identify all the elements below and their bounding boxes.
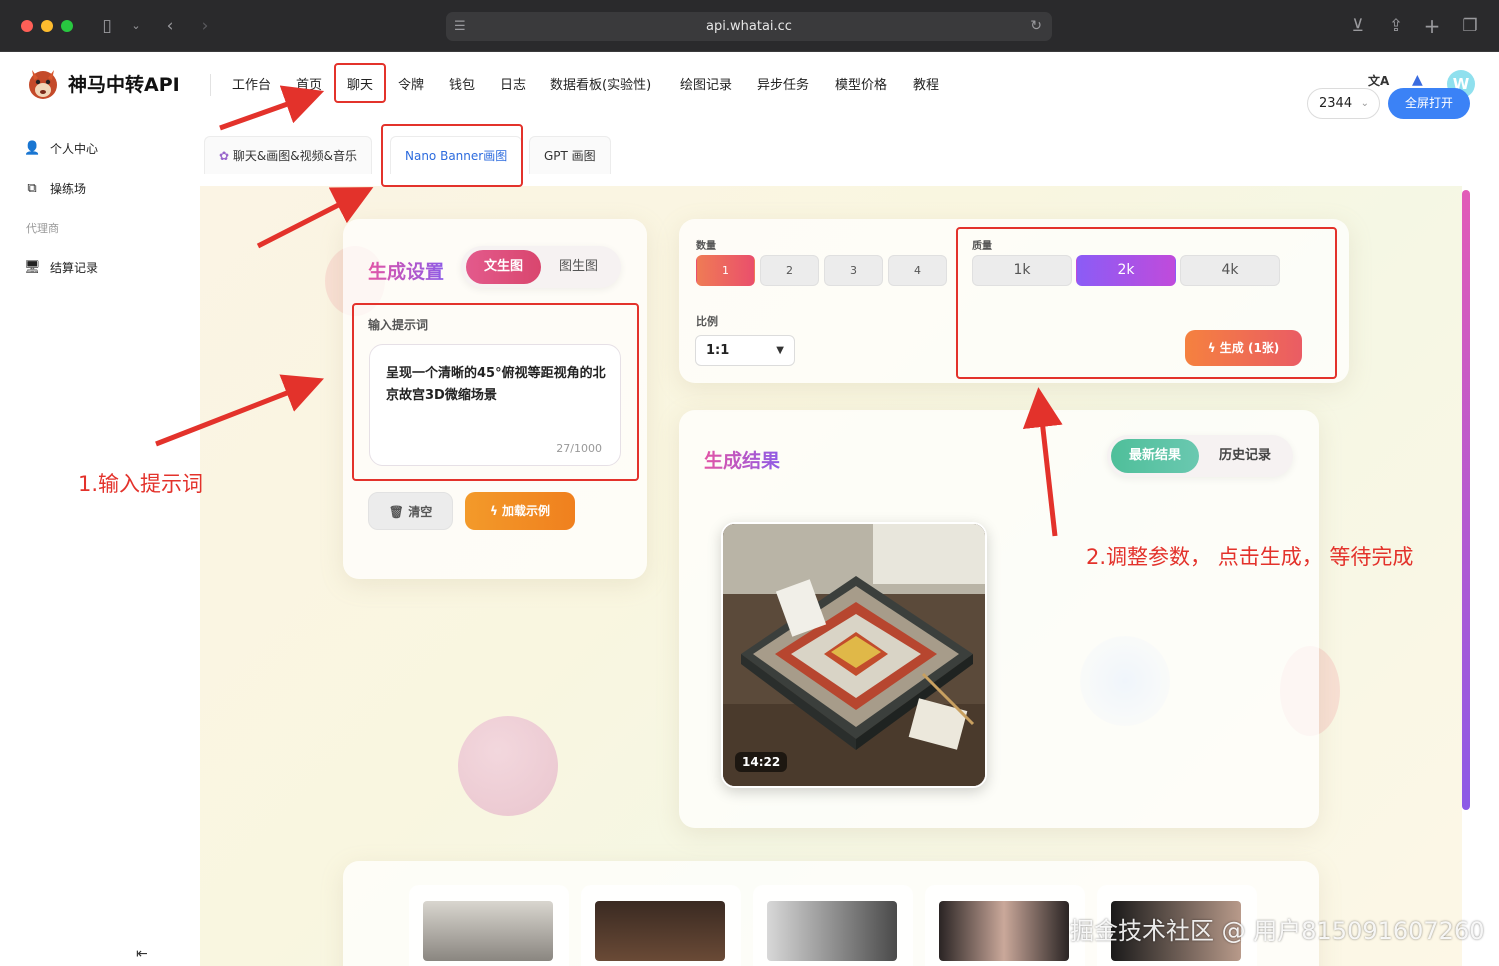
arrow-to-params: [1022, 387, 1063, 537]
annotation-step1: 1.输入提示词: [78, 472, 204, 496]
arrow-to-chat: [219, 85, 325, 131]
watermark: 掘金技术社区 @ 用户815091607260: [1070, 917, 1485, 945]
annotation-arrows: [155, 85, 1063, 537]
arrow-to-nano-tab: [256, 187, 374, 249]
annotation-step2: 2.调整参数， 点击生成， 等待完成: [1086, 545, 1414, 569]
arrow-to-prompt: [155, 374, 324, 447]
